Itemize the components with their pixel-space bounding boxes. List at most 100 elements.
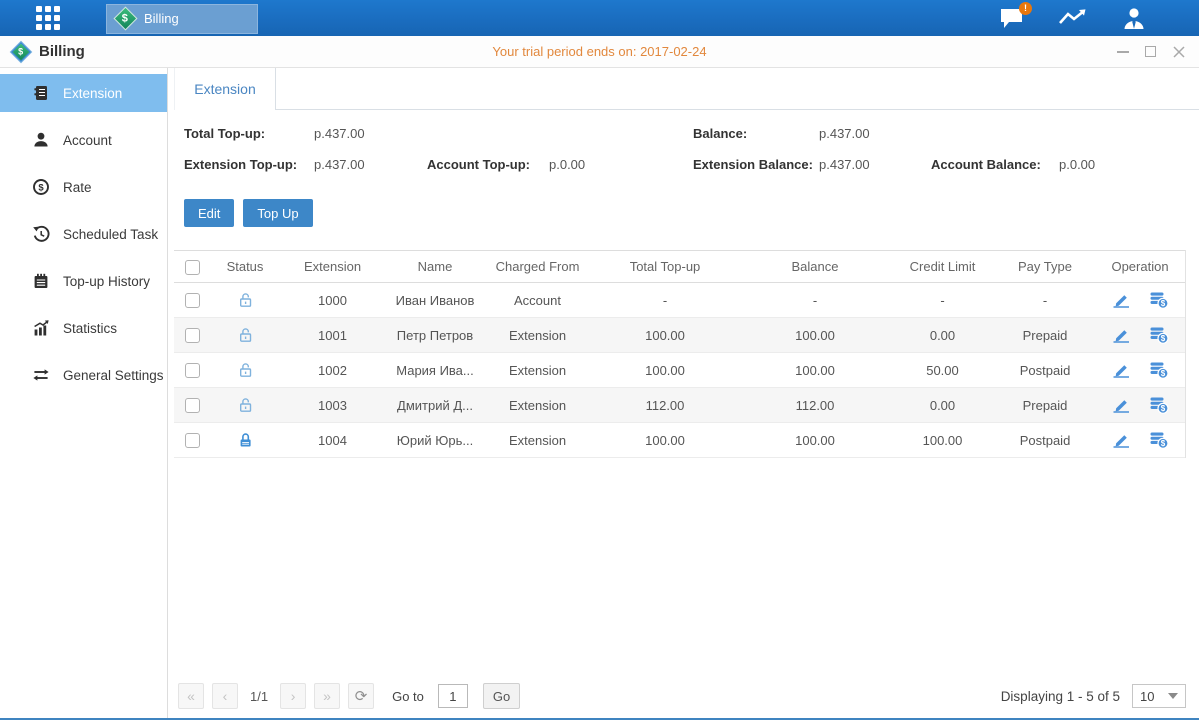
- cell-pay-type: Postpaid: [995, 423, 1095, 458]
- last-page-button[interactable]: »: [314, 683, 340, 709]
- cell-credit-limit: 0.00: [890, 318, 995, 353]
- topup-coins-icon[interactable]: $: [1149, 361, 1169, 379]
- cell-extension: 1003: [280, 388, 385, 423]
- account-topup-label: Account Top-up:: [427, 149, 549, 180]
- row-checkbox[interactable]: [185, 433, 200, 448]
- billing-window-icon: $: [11, 42, 31, 62]
- billing-app-icon: $: [113, 6, 137, 30]
- reports-chart-icon[interactable]: [1058, 7, 1088, 29]
- account-person-icon: [31, 131, 50, 150]
- select-all-checkbox[interactable]: [185, 260, 200, 275]
- row-checkbox[interactable]: [185, 293, 200, 308]
- sidebar-item-statistics[interactable]: Statistics: [0, 309, 167, 347]
- edit-icon[interactable]: [1112, 432, 1131, 448]
- svg-text:$: $: [38, 183, 44, 194]
- balance-label: Balance:: [693, 118, 819, 149]
- cell-name: Мария Ива...: [385, 353, 485, 388]
- table-header-row: Status Extension Name Charged From Total…: [174, 251, 1185, 283]
- messages-icon[interactable]: !: [999, 7, 1025, 30]
- table-row: 1004 Юрий Юрь... Extension 100.00 100.00…: [174, 423, 1185, 458]
- topup-history-calendar-icon: [31, 272, 50, 291]
- account-topup-value: p.0.00: [549, 149, 693, 180]
- extension-balance-label: Extension Balance:: [693, 149, 819, 180]
- row-checkbox[interactable]: [185, 328, 200, 343]
- page-size-select[interactable]: 10: [1132, 684, 1186, 708]
- topup-coins-icon[interactable]: $: [1149, 326, 1169, 344]
- balance-summary: Total Top-up: p.437.00 Balance: p.437.00…: [174, 118, 1186, 180]
- maximize-button[interactable]: [1144, 45, 1157, 58]
- goto-label: Go to: [392, 689, 424, 704]
- first-page-button[interactable]: «: [178, 683, 204, 709]
- topup-coins-icon[interactable]: $: [1149, 291, 1169, 309]
- cell-credit-limit: 50.00: [890, 353, 995, 388]
- cell-balance: 100.00: [740, 353, 890, 388]
- table-row: 1000 Иван Иванов Account - - - - $: [174, 283, 1185, 318]
- minimize-button[interactable]: [1116, 45, 1129, 58]
- user-account-icon[interactable]: [1121, 6, 1147, 31]
- pagination-bar: « ‹ 1/1 › » ⟳ Go to Go Displaying 1 - 5 …: [174, 683, 1186, 718]
- total-topup-label: Total Top-up:: [184, 118, 314, 149]
- cell-balance: 112.00: [740, 388, 890, 423]
- sidebar: Extension Account $ Rate Scheduled Task …: [0, 68, 168, 718]
- col-extension: Extension: [280, 251, 385, 283]
- edit-icon[interactable]: [1112, 362, 1131, 378]
- app-grid-icon[interactable]: [36, 6, 60, 30]
- col-status: Status: [210, 251, 280, 283]
- svg-text:$: $: [1160, 369, 1165, 378]
- close-button[interactable]: [1172, 45, 1185, 58]
- scheduled-task-clock-icon: [31, 225, 50, 244]
- cell-pay-type: -: [995, 283, 1095, 318]
- sidebar-item-rate[interactable]: $ Rate: [0, 168, 167, 206]
- sidebar-item-label: General Settings: [63, 368, 164, 383]
- taskbar-billing-tab[interactable]: $ Billing: [106, 4, 258, 34]
- cell-charged-from: Account: [485, 283, 590, 318]
- col-name: Name: [385, 251, 485, 283]
- cell-pay-type: Prepaid: [995, 318, 1095, 353]
- cell-extension: 1004: [280, 423, 385, 458]
- sidebar-item-topup-history[interactable]: Top-up History: [0, 262, 167, 300]
- edit-icon[interactable]: [1112, 292, 1131, 308]
- general-settings-sliders-icon: [31, 366, 50, 385]
- main-content: Extension Total Top-up: p.437.00 Balance…: [168, 68, 1199, 718]
- cell-pay-type: Prepaid: [995, 388, 1095, 423]
- cell-charged-from: Extension: [485, 423, 590, 458]
- top-up-button[interactable]: Top Up: [243, 199, 312, 227]
- col-pay-type: Pay Type: [995, 251, 1095, 283]
- row-checkbox[interactable]: [185, 363, 200, 378]
- cell-name: Дмитрий Д...: [385, 388, 485, 423]
- prev-page-button[interactable]: ‹: [212, 683, 238, 709]
- sidebar-item-extension[interactable]: Extension: [0, 74, 167, 112]
- extension-book-icon: [31, 84, 50, 103]
- sidebar-item-label: Top-up History: [63, 274, 150, 289]
- col-total-topup: Total Top-up: [590, 251, 740, 283]
- next-page-button[interactable]: ›: [280, 683, 306, 709]
- trial-notice: Your trial period ends on: 2017-02-24: [0, 44, 1199, 59]
- sidebar-item-account[interactable]: Account: [0, 121, 167, 159]
- cell-total-topup: 112.00: [590, 388, 740, 423]
- cell-credit-limit: 0.00: [890, 388, 995, 423]
- col-charged-from: Charged From: [485, 251, 590, 283]
- sidebar-item-label: Rate: [63, 180, 92, 195]
- sidebar-item-general-settings[interactable]: General Settings: [0, 356, 167, 394]
- edit-button[interactable]: Edit: [184, 199, 234, 227]
- balance-value: p.437.00: [819, 118, 931, 149]
- edit-icon[interactable]: [1112, 327, 1131, 343]
- goto-page-input[interactable]: [438, 684, 468, 708]
- total-topup-value: p.437.00: [314, 118, 427, 149]
- chevron-down-icon: [1168, 693, 1178, 699]
- cell-name: Иван Иванов: [385, 283, 485, 318]
- cell-total-topup: -: [590, 283, 740, 318]
- row-checkbox[interactable]: [185, 398, 200, 413]
- edit-icon[interactable]: [1112, 397, 1131, 413]
- cell-name: Петр Петров: [385, 318, 485, 353]
- taskbar: $ Billing !: [0, 0, 1199, 36]
- go-button[interactable]: Go: [483, 683, 520, 709]
- topup-coins-icon[interactable]: $: [1149, 431, 1169, 449]
- tab-extension[interactable]: Extension: [174, 68, 276, 110]
- cell-charged-from: Extension: [485, 353, 590, 388]
- refresh-icon[interactable]: ⟳: [348, 683, 374, 709]
- cell-pay-type: Postpaid: [995, 353, 1095, 388]
- window-titlebar: $ Billing Your trial period ends on: 201…: [0, 36, 1199, 68]
- sidebar-item-scheduled-task[interactable]: Scheduled Task: [0, 215, 167, 253]
- topup-coins-icon[interactable]: $: [1149, 396, 1169, 414]
